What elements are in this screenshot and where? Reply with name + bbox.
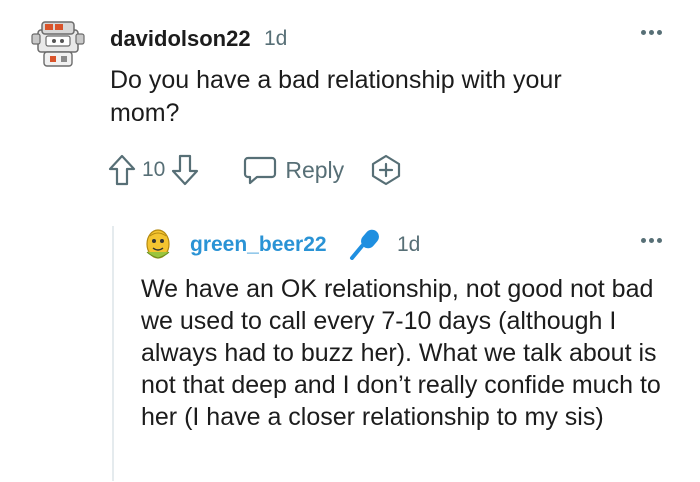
corn-avatar-icon [146,229,170,259]
more-options-icon[interactable] [641,30,662,35]
reply-label: Reply [285,156,345,183]
reply-button[interactable]: Reply [243,155,344,185]
reply-user-avatar[interactable] [141,226,175,260]
downvote-button[interactable] [171,154,199,186]
robot-avatar-icon [31,21,85,67]
comment-timestamp[interactable]: 1d [264,27,287,51]
upvote-arrow-icon [108,154,136,186]
comment-actions: 10 Reply [108,150,402,190]
reply-flair [348,228,384,265]
award-plus-icon [372,154,401,186]
thread-line[interactable] [112,226,114,481]
reply-timestamp[interactable]: 1d [397,233,420,257]
microphone-icon [350,229,379,260]
downvote-arrow-icon [172,154,199,186]
speech-bubble-icon [244,156,277,185]
user-avatar[interactable] [28,10,90,72]
upvote-button[interactable] [108,154,136,186]
vote-score: 10 [142,158,166,181]
reply-username[interactable]: green_beer22 [190,233,327,257]
reply-more-options-icon[interactable] [641,238,662,243]
comment-body: Do you have a bad relationship with your… [110,66,562,127]
reply-body: We have an OK relationship, not good not… [141,275,661,431]
comment-username[interactable]: davidolson22 [110,26,251,52]
award-button[interactable] [370,154,402,186]
